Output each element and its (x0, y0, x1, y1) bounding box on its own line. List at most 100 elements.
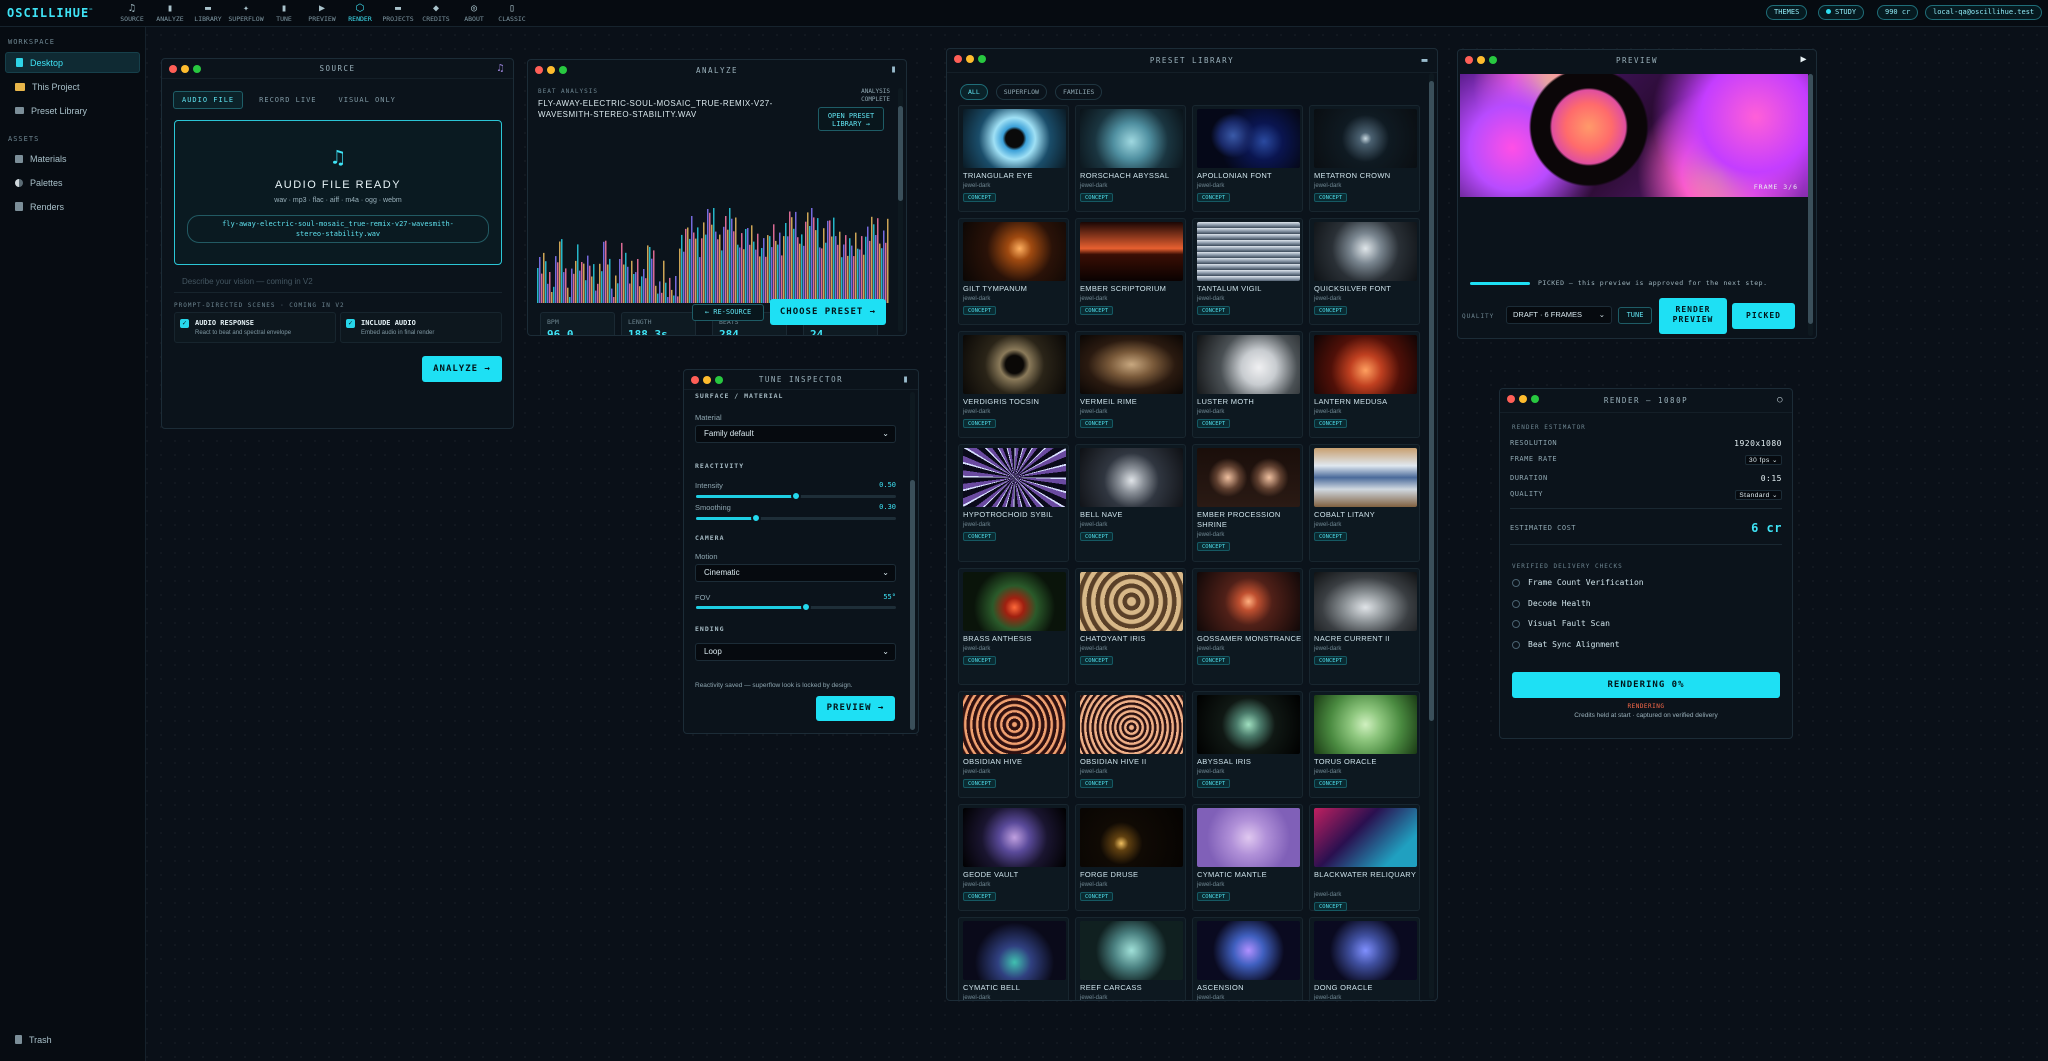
preview-window[interactable]: PREVIEW ▶ FRAME 3/6 PICKED — this previe… (1457, 49, 1817, 339)
tab-visual-only[interactable]: VISUAL ONLY (333, 91, 402, 109)
sidebar-item-preset-library[interactable]: Preset Library (5, 100, 140, 121)
preset-card[interactable]: OBSIDIAN HIVE II jewel-dark CONCEPT (1075, 691, 1186, 798)
sidebar-item-desktop[interactable]: Desktop (5, 52, 140, 73)
source-titlebar[interactable]: SOURCE ♫ (162, 59, 513, 79)
analyze-window[interactable]: ANALYZE ▮ BEAT ANALYSIS FLY-AWAY-ELECTRI… (527, 59, 907, 336)
nav-classic[interactable]: ▯ CLASSIC (495, 3, 529, 23)
preset-card[interactable]: ASCENSIONjewel-darkCONCEPT (1192, 917, 1303, 1000)
filter-superflow[interactable]: SUPERFLOW (995, 84, 1047, 100)
fov-slider[interactable] (696, 602, 896, 612)
source-window[interactable]: SOURCE ♫ AUDIO FILE RECORD LIVE VISUAL O… (161, 58, 514, 429)
smoothing-slider[interactable] (696, 513, 896, 523)
minimize-icon[interactable] (966, 55, 974, 63)
preset-card[interactable]: ABYSSAL IRIS jewel-dark CONCEPT (1192, 691, 1303, 798)
filter-all[interactable]: ALL (960, 84, 988, 100)
render-window[interactable]: RENDER — 1080P ○ RENDER ESTIMATOR RESOLU… (1499, 388, 1793, 739)
analyze-titlebar[interactable]: ANALYZE ▮ (528, 60, 906, 80)
minimize-icon[interactable] (1519, 395, 1527, 403)
analyze-scrollbar[interactable] (898, 88, 903, 332)
maximize-icon[interactable] (1489, 56, 1497, 64)
close-icon[interactable] (1465, 56, 1473, 64)
preset-card[interactable]: RORSCHACH ABYSSAL jewel-dark CONCEPT (1075, 105, 1186, 212)
preset-card[interactable]: TORUS ORACLE jewel-dark CONCEPT (1309, 691, 1420, 798)
preset-card[interactable]: OBSIDIAN HIVE jewel-dark CONCEPT (958, 691, 1069, 798)
app-logo[interactable]: OSCILLIHUE™ (7, 6, 115, 20)
motion-select[interactable]: Cinematic ⌄ (695, 564, 896, 582)
preset-card[interactable]: APOLLONIAN FONT jewel-dark CONCEPT (1192, 105, 1303, 212)
preset-card[interactable]: DONG ORACLEjewel-darkCONCEPT (1309, 917, 1420, 1000)
preset-card[interactable]: LUSTER MOTH jewel-dark CONCEPT (1192, 331, 1303, 438)
tune-inspector-window[interactable]: TUNE INSPECTOR ▮ SURFACE / MATERIAL Mate… (683, 369, 919, 734)
nav-tune[interactable]: ▮ TUNE (267, 3, 301, 23)
preset-card[interactable]: GEODE VAULT jewel-dark CONCEPT (958, 804, 1069, 911)
preset-card[interactable]: VERDIGRIS TOCSIN jewel-dark CONCEPT (958, 331, 1069, 438)
re-source-button[interactable]: ← RE-SOURCE (692, 304, 764, 321)
nav-projects[interactable]: ▬ PROJECTS (381, 3, 415, 23)
audio-drop-zone[interactable]: ♫ AUDIO FILE READY wav · mp3 · flac · ai… (174, 120, 502, 265)
preset-card[interactable]: QUICKSILVER FONT jewel-dark CONCEPT (1309, 218, 1420, 325)
choose-preset-button[interactable]: CHOOSE PRESET → (770, 299, 886, 325)
preset-library-window[interactable]: PRESET LIBRARY ▬ ALL SUPERFLOW FAMILIES … (946, 48, 1438, 1001)
nav-preview[interactable]: ▶ PREVIEW (305, 3, 339, 23)
preset-card[interactable]: TANTALUM VIGIL jewel-dark CONCEPT (1192, 218, 1303, 325)
audio-response-toggle[interactable]: ✓ AUDIO RESPONSE React to beat and spect… (174, 312, 336, 343)
scrollbar-thumb[interactable] (898, 106, 903, 201)
maximize-icon[interactable] (978, 55, 986, 63)
intensity-slider[interactable] (696, 491, 896, 501)
slider-handle[interactable] (751, 513, 761, 523)
preset-card[interactable]: NACRE CURRENT II jewel-dark CONCEPT (1309, 568, 1420, 685)
render-titlebar[interactable]: RENDER — 1080P ○ (1500, 389, 1792, 413)
scrollbar-thumb[interactable] (1429, 81, 1434, 721)
preset-card[interactable]: BLACKWATER RELIQUARY jewel-dark CONCEPT (1309, 804, 1420, 911)
preset-card[interactable]: CYMATIC BELLjewel-darkCONCEPT (958, 917, 1069, 1000)
preset-card[interactable]: CHATOYANT IRIS jewel-dark CONCEPT (1075, 568, 1186, 685)
slider-handle[interactable] (801, 602, 811, 612)
preset-card[interactable]: REEF CARCASSjewel-darkCONCEPT (1075, 917, 1186, 1000)
preset-card[interactable]: GOSSAMER MONSTRANCE jewel-dark CONCEPT (1192, 568, 1303, 685)
preset-card[interactable]: GILT TYMPANUM jewel-dark CONCEPT (958, 218, 1069, 325)
frame-rate-select[interactable]: 30 fps ⌄ (1745, 455, 1782, 465)
preset-card[interactable]: EMBER PROCESSION SHRINE jewel-dark CONCEPT (1192, 444, 1303, 562)
ending-select[interactable]: Loop ⌄ (695, 643, 896, 661)
include-audio-toggle[interactable]: ✓ INCLUDE AUDIO Embed audio in final ren… (340, 312, 502, 343)
vision-input[interactable]: Describe your vision — coming in V2 (174, 277, 502, 293)
preset-card[interactable]: BRASS ANTHESIS jewel-dark CONCEPT (958, 568, 1069, 685)
minimize-icon[interactable] (547, 66, 555, 74)
preset-card[interactable]: HYPOTROCHOID SYBIL jewel-dark CONCEPT (958, 444, 1069, 562)
material-select[interactable]: Family default ⌄ (695, 425, 896, 443)
analyze-button[interactable]: ANALYZE → (422, 356, 502, 382)
sidebar-item-materials[interactable]: Materials (5, 148, 140, 169)
picked-button[interactable]: PICKED (1732, 303, 1795, 329)
filter-families[interactable]: FAMILIES (1054, 84, 1103, 100)
scrollbar-thumb[interactable] (1808, 74, 1813, 324)
maximize-icon[interactable] (193, 65, 201, 73)
minimize-icon[interactable] (703, 376, 711, 384)
checkbox-checked-icon[interactable]: ✓ (180, 319, 189, 328)
preset-card[interactable]: TRIANGULAR EYE jewel-dark CONCEPT (958, 105, 1069, 212)
account-email[interactable]: local-qa@oscillihue.test (1925, 5, 2043, 20)
nav-analyze[interactable]: ▮ ANALYZE (153, 3, 187, 23)
quality-select[interactable]: DRAFT · 6 FRAMES ⌄ (1506, 306, 1612, 324)
scrollbar-thumb[interactable] (910, 480, 915, 730)
tune-scrollbar[interactable] (910, 392, 915, 730)
rendering-button[interactable]: RENDERING 0% (1512, 672, 1780, 698)
library-scrollbar[interactable] (1429, 73, 1434, 999)
preset-card[interactable]: VERMEIL RIME jewel-dark CONCEPT (1075, 331, 1186, 438)
sidebar-item-trash[interactable]: Trash (5, 1029, 140, 1050)
close-icon[interactable] (169, 65, 177, 73)
sidebar-item-renders[interactable]: Renders (5, 196, 140, 217)
sidebar-item-this-project[interactable]: This Project (5, 76, 140, 97)
close-icon[interactable] (691, 376, 699, 384)
tune-button[interactable]: TUNE (1618, 307, 1652, 324)
preview-button[interactable]: PREVIEW → (816, 696, 895, 721)
render-preview-button[interactable]: RENDER PREVIEW (1659, 298, 1727, 334)
nav-source[interactable]: ♫ SOURCE (115, 3, 149, 23)
maximize-icon[interactable] (715, 376, 723, 384)
preset-card[interactable]: METATRON CROWN jewel-dark CONCEPT (1309, 105, 1420, 212)
close-icon[interactable] (535, 66, 543, 74)
nav-superflow[interactable]: ✦ SUPERFLOW (228, 3, 263, 23)
minimize-icon[interactable] (1477, 56, 1485, 64)
render-quality-select[interactable]: Standard ⌄ (1735, 490, 1782, 500)
library-titlebar[interactable]: PRESET LIBRARY ▬ (947, 49, 1437, 73)
tab-audio-file[interactable]: AUDIO FILE (173, 91, 244, 109)
